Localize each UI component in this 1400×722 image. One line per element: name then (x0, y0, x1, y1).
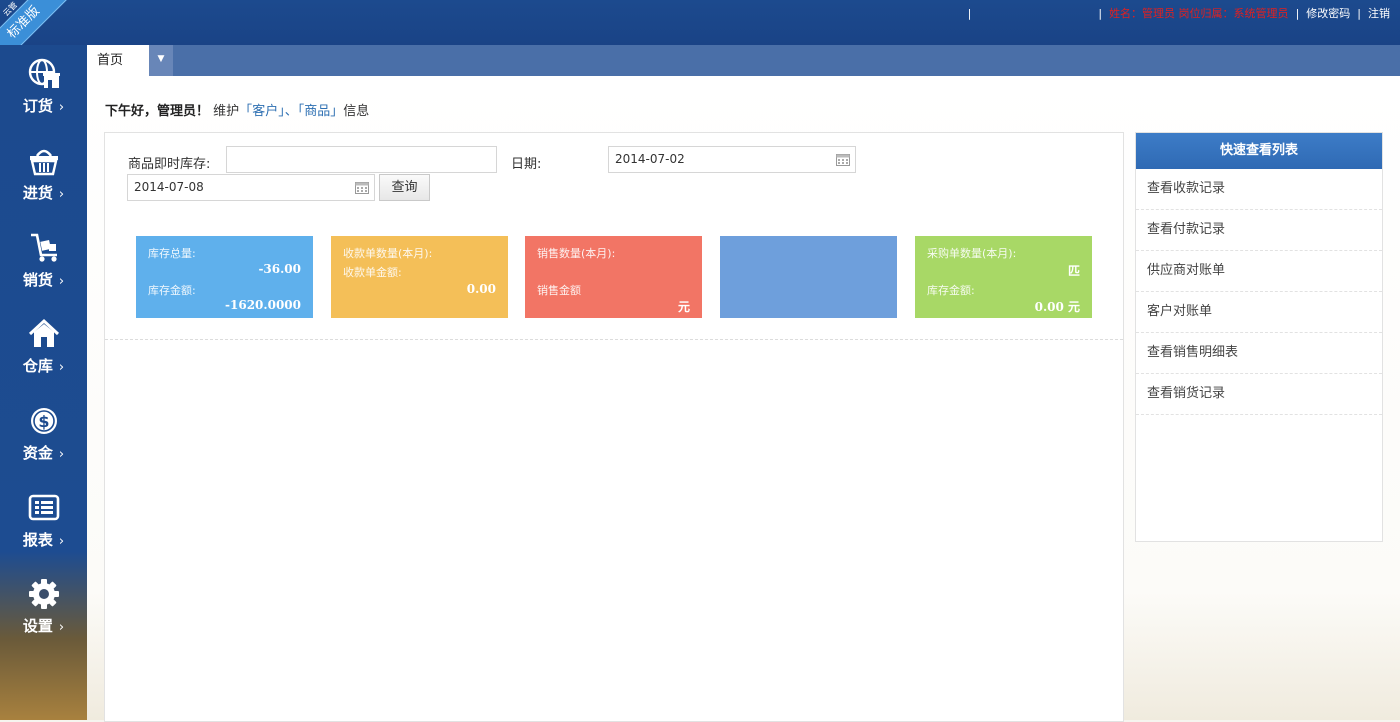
date-from-input[interactable]: 2014-07-02 (608, 146, 856, 173)
stock-query-input[interactable] (226, 146, 497, 173)
sidebar-item-label: 仓库 (22, 357, 53, 375)
sidebar-item-label: 设置 (22, 617, 53, 635)
quick-list-item[interactable]: 供应商对账单 (1136, 251, 1382, 292)
top-nav: | | 姓名：管理员 岗位归属：系统管理员 | 修改密码 | 注销 (961, 5, 1390, 21)
card-title: 销售金额 (537, 284, 581, 297)
chevron-right-icon: › (58, 534, 65, 549)
sidebar-item-order[interactable]: 订货 › (0, 57, 87, 127)
dollar-icon: $ (30, 408, 57, 434)
sidebar: 订货 › 进货 › 销货 › 仓库 › $ 资金 › 报表 › 设置 › (0, 45, 87, 720)
product-link[interactable]: 商品 (304, 104, 330, 119)
chevron-right-icon: › (58, 274, 65, 289)
change-password-link[interactable]: 修改密码 (1306, 5, 1350, 21)
logout-link[interactable]: 注销 (1368, 5, 1390, 21)
card-value: 0.00 (466, 282, 496, 296)
sidebar-item-purchase[interactable]: 进货 › (0, 144, 87, 214)
stat-card-stock: 库存总量: -36.00 库存金额: -1620.0000 (136, 236, 313, 318)
calendar-icon[interactable] (836, 153, 850, 166)
tab-dropdown-button[interactable]: ▼ (149, 45, 173, 76)
chevron-right-icon: › (58, 620, 65, 635)
cart-icon (30, 233, 57, 262)
separator: | (1098, 6, 1103, 20)
greeting-info: 信息 (343, 104, 370, 119)
card-title: 库存金额: (927, 284, 975, 297)
stat-card-purchases: 采购单数量(本月): 匹 库存金额: 0.00 元 (915, 236, 1092, 318)
card-value: 匹 (1067, 264, 1080, 278)
greeting: 下午好，管理员！ 维护「客户」、「商品」信息 (105, 100, 369, 119)
report-icon (28, 494, 59, 521)
card-value: 0.00 元 (1034, 300, 1080, 314)
tab-bar: 首页 ▼ (87, 45, 1400, 76)
card-value: -1620.0000 (225, 298, 301, 312)
quick-list-title: 快速查看列表 (1136, 133, 1382, 169)
stat-card-empty (720, 236, 897, 318)
chevron-right-icon: › (58, 360, 65, 375)
separator: | (1295, 6, 1300, 20)
bracket-middle: 」、「 (278, 104, 305, 119)
bracket-close: 」 (330, 104, 344, 119)
sidebar-item-warehouse[interactable]: 仓库 › (0, 317, 87, 387)
card-title: 库存总量: (148, 247, 196, 260)
date-to-value: 2014-07-08 (134, 180, 204, 194)
tab-home[interactable]: 首页 (87, 45, 149, 76)
quick-list-item[interactable]: 查看销售明细表 (1136, 333, 1382, 374)
stat-card-sales: 销售数量(本月): 销售金额 元 (525, 236, 702, 318)
card-title: 销售数量(本月): (537, 247, 616, 260)
calendar-icon[interactable] (355, 181, 369, 194)
svg-text:$: $ (38, 412, 49, 431)
quick-list-item[interactable]: 查看收款记录 (1136, 169, 1382, 210)
separator: | (967, 6, 972, 20)
quick-view-list: 快速查看列表 查看收款记录 查看付款记录 供应商对账单 客户对账单 查看销售明细… (1135, 132, 1383, 542)
home-icon (28, 318, 59, 347)
sidebar-item-sales[interactable]: 销货 › (0, 231, 87, 301)
date-label: 日期: (511, 157, 542, 172)
sidebar-item-reports[interactable]: 报表 › (0, 491, 87, 561)
divider (105, 339, 1123, 340)
card-value: 元 (677, 300, 690, 314)
user-info: 姓名：管理员 岗位归属：系统管理员 (1109, 7, 1289, 20)
stat-card-receipts: 收款单数量(本月): 收款单金额: 0.00 (331, 236, 508, 318)
sidebar-item-label: 订货 (22, 97, 53, 115)
query-button[interactable]: 查询 (379, 174, 430, 201)
sidebar-item-label: 销货 (22, 271, 53, 289)
basket-icon (29, 149, 58, 176)
sidebar-item-funds[interactable]: $ 资金 › (0, 404, 87, 474)
sidebar-item-settings[interactable]: 设置 › (0, 577, 87, 647)
quick-list-item[interactable]: 查看销货记录 (1136, 374, 1382, 415)
chevron-right-icon: › (58, 100, 65, 115)
caret-down-icon: ▼ (157, 54, 165, 64)
separator: | (1357, 6, 1361, 20)
card-title: 库存金额: (148, 284, 196, 297)
chevron-right-icon: › (58, 187, 65, 202)
card-title: 采购单数量(本月): (927, 247, 1017, 260)
gear-icon (28, 579, 59, 609)
globe-shop-icon (28, 58, 60, 88)
sidebar-item-label: 资金 (22, 444, 53, 462)
customer-link[interactable]: 客户 (252, 104, 278, 119)
sidebar-item-label: 报表 (22, 531, 53, 549)
greeting-hello: 下午好，管理员！ (105, 104, 210, 119)
chevron-right-icon: › (58, 447, 65, 462)
card-value: -36.00 (258, 262, 301, 276)
date-to-input[interactable]: 2014-07-08 (127, 174, 375, 201)
quick-list-item[interactable]: 客户对账单 (1136, 292, 1382, 333)
sidebar-item-label: 进货 (22, 184, 53, 202)
main-content: 下午好，管理员！ 维护「客户」、「商品」信息 商品即时库存: 日期: 2014-… (87, 76, 1400, 722)
bracket-open: 「 (239, 104, 253, 119)
date-from-value: 2014-07-02 (615, 152, 685, 166)
card-title: 收款单数量(本月): (343, 247, 433, 260)
quick-list-item[interactable]: 查看付款记录 (1136, 210, 1382, 251)
stock-query-label: 商品即时库存: (128, 157, 211, 172)
greeting-maintain: 维护 (213, 104, 240, 119)
dashboard-panel: 商品即时库存: 日期: 2014-07-02 2014-07-08 查询 库存总… (104, 132, 1124, 722)
card-title: 收款单金额: (343, 266, 402, 279)
top-bar: 云管 标准版 | | 姓名：管理员 岗位归属：系统管理员 | 修改密码 | 注销 (0, 0, 1400, 67)
